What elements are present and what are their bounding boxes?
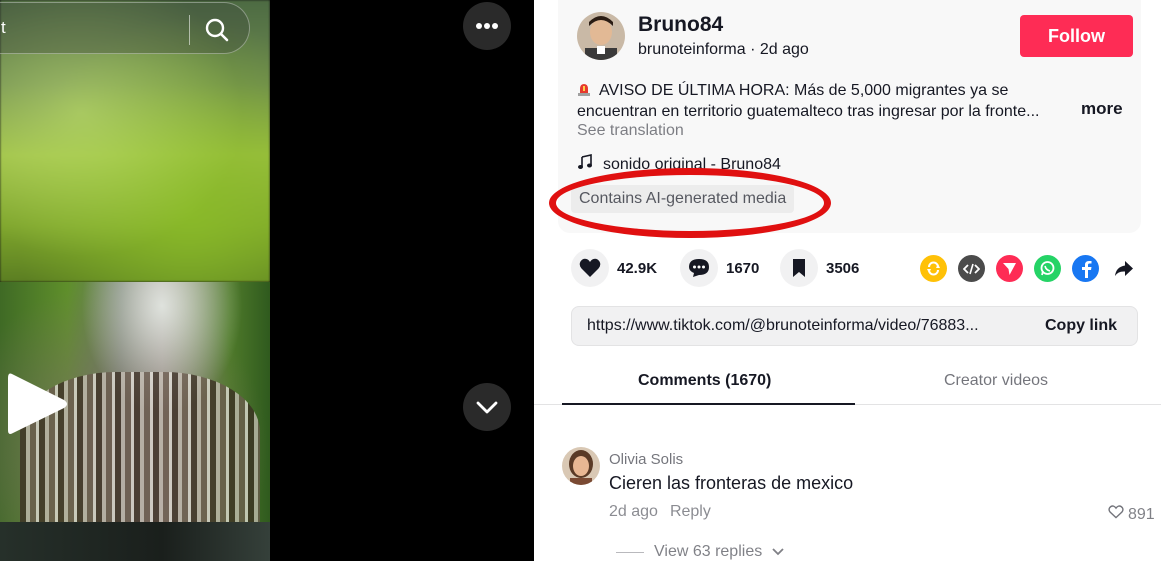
comment-time: 2d ago xyxy=(609,503,658,520)
music-link[interactable]: sonido original - Bruno84 xyxy=(577,154,781,175)
comment-like-count: 891 xyxy=(1128,505,1155,523)
whatsapp-icon[interactable] xyxy=(1034,255,1061,282)
search-input[interactable]: t xyxy=(1,18,6,38)
copy-link-button[interactable]: Copy link xyxy=(1045,317,1117,335)
comment-count: 1670 xyxy=(726,259,760,277)
like-action[interactable]: 42.9K xyxy=(571,248,657,288)
siren-icon xyxy=(577,81,591,96)
comment-tabs: Comments (1670) Creator videos xyxy=(534,360,1161,405)
author-name[interactable]: Bruno84 xyxy=(638,13,723,37)
heart-outline-icon[interactable] xyxy=(1108,505,1124,524)
bookmark-icon[interactable] xyxy=(780,249,818,287)
chevron-down-icon xyxy=(772,543,784,561)
send-icon[interactable] xyxy=(996,255,1023,282)
replies-divider xyxy=(616,551,644,553)
share-arrow-icon[interactable] xyxy=(1110,255,1137,282)
view-replies-label[interactable]: View 63 replies xyxy=(654,543,762,561)
tab-comments[interactable]: Comments (1670) xyxy=(638,372,771,390)
share-options xyxy=(920,255,1137,282)
post-time: 2d ago xyxy=(759,41,809,58)
comment-text: Cieren las fronteras de mexico xyxy=(609,473,854,493)
video-detail-panel: Bruno84 brunoteinforma · 2d ago Follow A… xyxy=(534,0,1161,561)
music-title[interactable]: sonido original - Bruno84 xyxy=(603,156,781,174)
video-thumbnail-strip xyxy=(0,522,270,561)
tab-creator-videos[interactable]: Creator videos xyxy=(944,372,1048,390)
search-divider xyxy=(189,15,190,45)
follow-button[interactable]: Follow xyxy=(1020,15,1133,57)
post-description: AVISO DE ÚLTIMA HORA: Más de 5,000 migra… xyxy=(577,80,1077,122)
chevron-down-icon[interactable] xyxy=(463,383,511,431)
play-icon[interactable] xyxy=(6,368,70,440)
repost-icon[interactable] xyxy=(920,255,947,282)
video-player[interactable]: t xyxy=(0,0,534,561)
description-text: AVISO DE ÚLTIMA HORA: Más de 5,000 migra… xyxy=(577,82,1040,120)
ai-generated-label: Contains AI-generated media xyxy=(571,185,795,213)
comment-action[interactable]: 1670 xyxy=(680,248,759,288)
search-icon[interactable] xyxy=(201,14,233,46)
save-action[interactable]: 3506 xyxy=(780,248,859,288)
separator-dot: · xyxy=(750,41,760,58)
avatar[interactable] xyxy=(577,12,625,60)
comment-meta: 2d ago Reply xyxy=(609,503,711,521)
save-count: 3506 xyxy=(826,259,860,277)
active-tab-indicator xyxy=(562,403,855,405)
like-count: 42.9K xyxy=(617,259,658,277)
comment-icon[interactable] xyxy=(680,249,718,287)
comment-username[interactable]: Olivia Solis xyxy=(609,451,683,468)
reply-button[interactable]: Reply xyxy=(670,503,711,521)
video-frame[interactable]: t xyxy=(0,0,270,561)
more-options-icon[interactable] xyxy=(463,2,511,50)
view-replies-button[interactable]: View 63 replies xyxy=(616,543,784,561)
see-translation-button[interactable]: See translation xyxy=(577,122,684,140)
comment-like-button[interactable]: 891 xyxy=(1108,505,1155,524)
search-bar[interactable]: t xyxy=(0,2,250,54)
copy-link-box: https://www.tiktok.com/@brunoteinforma/v… xyxy=(571,306,1138,346)
embed-icon[interactable] xyxy=(958,255,985,282)
video-url: https://www.tiktok.com/@brunoteinforma/v… xyxy=(587,317,979,334)
author-handle[interactable]: brunoteinforma xyxy=(638,41,746,58)
avatar[interactable] xyxy=(562,447,600,485)
more-button[interactable]: more xyxy=(1081,99,1123,119)
facebook-icon[interactable] xyxy=(1072,255,1099,282)
music-note-icon xyxy=(577,154,593,175)
author-handle-row: brunoteinforma · 2d ago xyxy=(638,41,809,59)
heart-icon[interactable] xyxy=(571,249,609,287)
